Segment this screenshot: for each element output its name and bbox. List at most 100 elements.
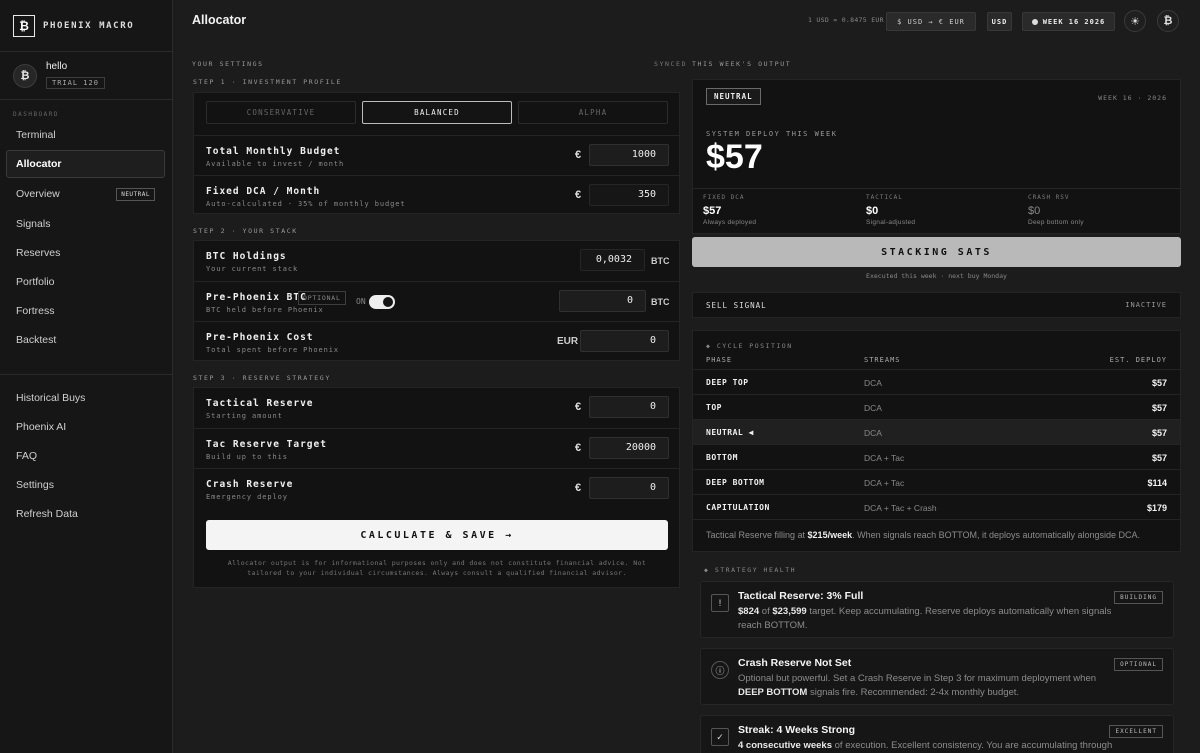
row-deploy: $57 (1151, 453, 1167, 463)
holdings-sub: Your current stack (206, 265, 299, 273)
calculate-save-button[interactable]: CALCULATE & SAVE → (206, 520, 668, 550)
sidebar-item-terminal[interactable]: Terminal (6, 121, 165, 149)
sidebar-item-refresh-data[interactable]: Refresh Data (6, 500, 165, 528)
theme-toggle-icon[interactable]: ☀ (1124, 10, 1146, 32)
table-row: CAPITULATION DCA + Tac + Crash $179 (693, 494, 1180, 519)
health-card-title: Tactical Reserve: 3% Full (738, 590, 864, 602)
profile-conservative[interactable]: CONSERVATIVE (206, 101, 356, 124)
row-deploy: $57 (1151, 428, 1167, 438)
sidebar-item-settings[interactable]: Settings (6, 471, 165, 499)
note-text: . When signals reach BOTTOM, it deploys … (852, 530, 1141, 540)
table-row: DEEP TOP DCA $57 (693, 369, 1180, 394)
row-phase: DEEP BOTTOM (706, 478, 765, 487)
pre-cost-row: Pre-Phoenix Cost Total spent before Phoe… (194, 321, 679, 361)
sidebar-item-label: Allocator (16, 158, 62, 170)
account-avatar[interactable]: ₿ (1157, 10, 1179, 32)
sidebar-item-fortress[interactable]: Fortress (6, 297, 165, 325)
sidebar-item-overview[interactable]: Overview NEUTRAL (6, 180, 165, 208)
live-dot-icon (1031, 18, 1038, 25)
brand[interactable]: ₿ PHOENIX MACRO (0, 0, 172, 52)
fixed-dca-label: FIXED DCA (703, 194, 745, 201)
pre-btc-input[interactable]: 0 (559, 290, 646, 312)
col-streams: STREAMS (864, 356, 901, 364)
euro-icon: € (575, 189, 582, 201)
crash-row: Crash Reserve Emergency deploy € 0 (194, 468, 679, 508)
tactical-input[interactable]: 0 (589, 396, 669, 418)
optional-badge: OPTIONAL (298, 291, 346, 305)
cycle-position-card: ◆ CYCLE POSITION PHASE STREAMS EST. DEPL… (692, 330, 1181, 552)
currency-convert-button[interactable]: $ USD → € EUR (886, 12, 976, 31)
step1-title: STEP 1 · INVESTMENT PROFILE (193, 78, 342, 86)
sidebar-item-label: Portfolio (16, 276, 55, 288)
row-phase: CAPITULATION (706, 503, 770, 512)
note-text: Tactical Reserve filling at (706, 530, 808, 540)
fixed-dca-row: Fixed DCA / Month Auto-calculated · 35% … (194, 175, 679, 215)
tac-target-input[interactable]: 20000 (589, 437, 669, 459)
crash-rsv-value: $0 (1028, 205, 1041, 217)
output-card: NEUTRAL WEEK 16 · 2026 SYSTEM DEPLOY THI… (692, 79, 1181, 234)
sidebar-item-label: Terminal (16, 129, 56, 141)
sidebar-item-faq[interactable]: FAQ (6, 442, 165, 470)
signal-badge: NEUTRAL (706, 88, 761, 105)
week-indicator[interactable]: WEEK 16 2026 (1022, 12, 1115, 31)
sidebar-item-allocator[interactable]: Allocator (6, 150, 165, 178)
sidebar-item-reserves[interactable]: Reserves (6, 239, 165, 267)
budget-input[interactable]: 1000 (589, 144, 669, 166)
profile-balanced[interactable]: BALANCED (362, 101, 512, 124)
pre-btc-toggle[interactable] (369, 295, 395, 309)
crash-rsv-sub: Deep bottom only (1028, 219, 1084, 226)
tac-target-sub: Build up to this (206, 453, 288, 461)
sidebar-item-label: FAQ (16, 450, 38, 462)
sidebar-divider (0, 374, 173, 375)
topbar: Allocator 1 USD = 0.8475 EUR $ USD → € E… (174, 0, 1200, 42)
user-profile[interactable]: ₿ hello TRIAL 120 (0, 52, 172, 100)
sidebar-item-label: Overview (16, 188, 60, 200)
currency-button[interactable]: USD (987, 12, 1012, 31)
deploy-amount: $57 (706, 138, 763, 176)
exchange-rate: 1 USD = 0.8475 EUR (808, 16, 884, 24)
text: Optional but powerful. Set a Crash Reser… (738, 673, 1097, 684)
health-card-text: Optional but powerful. Set a Crash Reser… (738, 672, 1118, 699)
bitcoin-logo-icon: ₿ (13, 14, 35, 37)
profile-card: CONSERVATIVE BALANCED ALPHA Total Monthl… (193, 92, 680, 214)
tactical-sub: Signal-adjusted (866, 219, 916, 226)
row-deploy: $57 (1151, 403, 1167, 413)
profile-alpha[interactable]: ALPHA (518, 101, 668, 124)
btc-unit: BTC (651, 256, 670, 266)
fixed-dca-sub: Always deployed (703, 219, 757, 226)
euro-icon: € (575, 482, 582, 494)
crash-label: Crash Reserve (206, 479, 294, 490)
crash-input[interactable]: 0 (589, 477, 669, 499)
health-card-tactical: ! Tactical Reserve: 3% Full BUILDING $82… (700, 581, 1174, 638)
check-icon: ✓ (711, 728, 729, 746)
health-card-streak: ✓ Streak: 4 Weeks Strong EXCELLENT 4 con… (700, 715, 1174, 753)
sidebar-item-phoenix-ai[interactable]: Phoenix AI (6, 413, 165, 441)
step3-title: STEP 3 · RESERVE STRATEGY (193, 374, 331, 382)
sidebar-item-label: Signals (16, 218, 51, 230)
fixed-dca-sub: Auto-calculated · 35% of monthly budget (206, 200, 406, 208)
pre-cost-input[interactable]: 0 (580, 330, 669, 352)
crash-rsv-label: CRASH RSV (1028, 194, 1070, 201)
sidebar-item-backtest[interactable]: Backtest (6, 326, 165, 354)
divider (693, 519, 1180, 520)
text-bold: $23,599 (772, 606, 807, 617)
sidebar-item-signals[interactable]: Signals (6, 210, 165, 238)
text: signals fire. Recommended: 2-4x monthly … (807, 686, 1020, 698)
status-badge: NEUTRAL (116, 187, 155, 201)
note-amount: $215/week (807, 530, 853, 540)
sidebar-item-historical-buys[interactable]: Historical Buys (6, 384, 165, 412)
alert-icon: ! (711, 594, 729, 612)
sidebar-item-label: Fortress (16, 305, 55, 317)
week-label: WEEK 16 2026 (1042, 17, 1106, 26)
brand-name: PHOENIX MACRO (43, 20, 135, 31)
settings-header: YOUR SETTINGS (192, 60, 264, 68)
tactical-value: $0 (866, 205, 879, 217)
sidebar-item-portfolio[interactable]: Portfolio (6, 268, 165, 296)
sell-signal-label: SELL SIGNAL (706, 301, 767, 310)
stacking-sats-button[interactable]: STACKING SATS (692, 237, 1181, 267)
euro-icon: € (575, 442, 582, 454)
health-card-title: Streak: 4 Weeks Strong (738, 724, 856, 736)
output-header: THIS WEEK'S OUTPUT (692, 60, 792, 68)
week-label: WEEK 16 · 2026 (1098, 94, 1167, 102)
tac-target-row: Tac Reserve Target Build up to this € 20… (194, 428, 679, 468)
